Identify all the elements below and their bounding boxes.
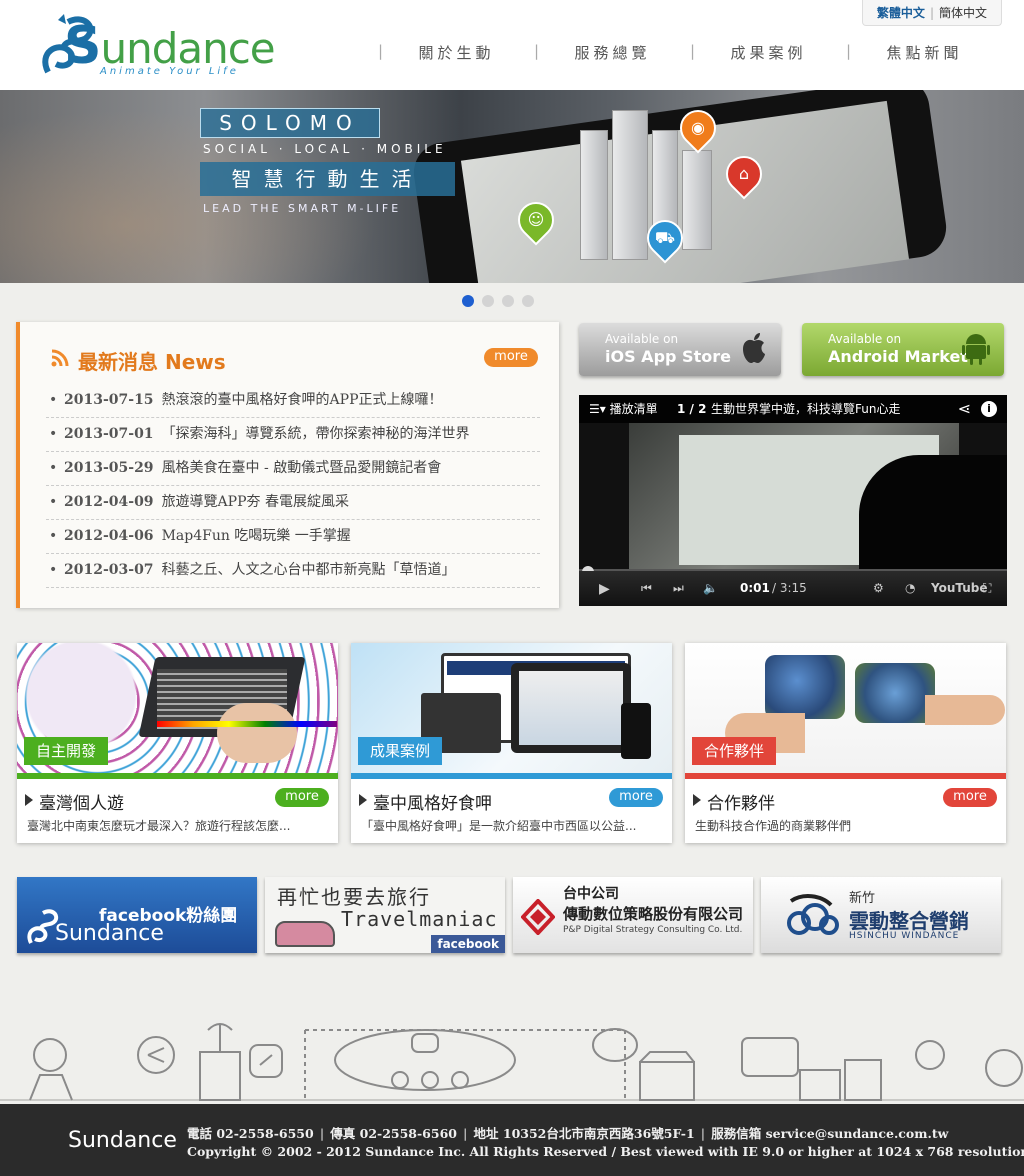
pp-digital-logo-icon — [521, 899, 555, 935]
logo-tagline: Animate Your Life — [100, 66, 239, 77]
banner-lead: LEAD THE SMART M-LIFE — [203, 202, 402, 215]
banner-subtitle: SOCIAL · LOCAL · MOBILE — [203, 142, 447, 156]
settings-gear-icon[interactable]: ⚙ — [873, 581, 884, 595]
card-results[interactable]: 成果案例 臺中風格好食呷 more 「臺中風格好食呷」是一款介紹臺中市西區以公益… — [351, 643, 672, 843]
slider-dot-4[interactable] — [522, 295, 534, 307]
footer-copyright: Copyright © 2002 - 2012 Sundance Inc. Al… — [187, 1144, 1024, 1159]
card-self-developed[interactable]: 自主開發 臺灣個人遊 more 臺灣北中南東怎麼玩才最深入？旅遊行程該怎麼... — [17, 643, 338, 843]
android-market-button[interactable]: Available on Android Market — [802, 323, 1004, 376]
video-title[interactable]: 生動世界掌中遊，科技導覽Fun心走 — [711, 395, 900, 423]
news-more-button[interactable]: more — [484, 348, 538, 367]
video-player[interactable]: ☰▾ 播放清單 1 / 2 生動世界掌中遊，科技導覽Fun心走 ⋖ i ▶ ⏮ … — [579, 395, 1007, 606]
previous-icon[interactable]: ⏮ — [641, 581, 652, 596]
footer-phone: 電話 02-2558-6550 — [187, 1126, 314, 1141]
slider-dots — [462, 295, 534, 307]
watch-later-icon[interactable]: ◔ — [905, 581, 915, 595]
apple-icon — [743, 333, 765, 363]
news-list: 2013-07-15熱滾滾的臺中風格好食呷的APP正式上線囉！ 2013-07-… — [46, 384, 540, 588]
footer-email[interactable]: 服務信箱 service@sundance.com.tw — [711, 1126, 948, 1141]
pp-digital-banner[interactable]: 台中公司 傳動數位策略股份有限公司 P&P Digital Strategy C… — [513, 877, 753, 953]
nav-about[interactable]: 關於生動 — [379, 42, 534, 63]
news-heading: 最新消息 News — [78, 350, 226, 374]
cloud-dragon-logo-icon — [787, 894, 839, 935]
slider-dot-3[interactable] — [502, 295, 514, 307]
car-illustration — [275, 921, 335, 947]
facebook-badge: facebook — [431, 935, 505, 953]
youtube-logo[interactable]: YouTube — [931, 581, 988, 595]
news-item[interactable]: 2012-04-09旅遊導覽APP夯 春電展綻風采 — [46, 486, 540, 520]
news-item[interactable]: 2013-05-29風格美食在臺中 - 啟動儀式暨品愛開鏡記者會 — [46, 452, 540, 486]
banner-title: SOLOMO — [200, 108, 380, 138]
footer-fax: 傳真 02-2558-6560 — [330, 1126, 457, 1141]
video-time-total: / 3:15 — [772, 581, 807, 595]
android-icon — [962, 334, 990, 365]
play-icon[interactable]: ▶ — [599, 581, 610, 597]
card-partners[interactable]: 合作夥伴 合作夥伴 more 生動科技合作過的商業夥伴們 — [685, 643, 1006, 843]
language-switcher: 繁體中文 | 簡体中文 — [861, 0, 1002, 26]
nav-news[interactable]: 焦點新聞 — [847, 42, 1002, 63]
news-panel: 最新消息 News more 2013-07-15熱滾滾的臺中風格好食呷的APP… — [16, 322, 559, 608]
video-controls: ▶ ⏮ ⏭ 🔈 0:01 / 3:15 ⚙ ◔ YouTube ⛶ — [579, 571, 1007, 606]
footer-contact: 電話 02-2558-6550 | 傳真 02-2558-6560 | 地址 10352… — [187, 1126, 949, 1141]
slider-dot-1[interactable] — [462, 295, 474, 307]
lang-traditional[interactable]: 繁體中文 — [877, 6, 925, 20]
card-more-button[interactable]: more — [609, 788, 663, 807]
site-footer: Sundance 電話 02-2558-6550 | 傳真 02-2558-6560… — [0, 1104, 1024, 1176]
hsinchu-windance-banner[interactable]: 新竹 雲動整合營銷 HSINCHU WINDANCE — [761, 877, 1001, 953]
travelmaniac-banner[interactable]: 再忙也要去旅行 Travelmaniac facebook — [265, 877, 505, 953]
ios-app-store-button[interactable]: Available on iOS App Store — [579, 323, 781, 376]
nav-cases[interactable]: 成果案例 — [691, 42, 846, 63]
video-time-current: 0:01 — [740, 581, 770, 595]
lang-simplified[interactable]: 簡体中文 — [939, 6, 987, 20]
news-item[interactable]: 2012-03-07科藝之丘、人文之心台中都市新亮點「草悟道」 — [46, 554, 540, 588]
dragon-logo-icon — [27, 909, 59, 944]
next-icon[interactable]: ⏭ — [673, 581, 684, 596]
playlist-button[interactable]: ☰▾ 播放清單 — [589, 395, 658, 423]
card-title[interactable]: 臺灣個人遊 — [25, 789, 124, 814]
facebook-fanpage-banner[interactable]: facebook粉絲團 Sundance — [17, 877, 257, 953]
main-nav: | 關於生動 | 服務總覽 | 成果案例 | 焦點新聞 — [378, 42, 1002, 63]
card-description: 生動科技合作過的商業夥伴們 — [695, 819, 852, 833]
card-description: 臺灣北中南東怎麼玩才最深入？旅遊行程該怎麼... — [27, 819, 291, 833]
card-more-button[interactable]: more — [943, 788, 997, 807]
nav-services[interactable]: 服務總覽 — [535, 42, 690, 63]
card-tag: 合作夥伴 — [692, 737, 777, 765]
card-description: 「臺中風格好食呷」是一款介紹臺中市西區以公益... — [361, 819, 637, 833]
decorative-city-illustration — [0, 1023, 1024, 1101]
card-title[interactable]: 合作夥伴 — [693, 789, 775, 814]
fullscreen-icon[interactable]: ⛶ — [983, 581, 991, 596]
card-more-button[interactable]: more — [275, 788, 329, 807]
card-tag: 成果案例 — [358, 737, 443, 765]
card-title[interactable]: 臺中風格好食呷 — [359, 789, 492, 814]
hero-banner[interactable]: ◉ ⌂ ☺ ⛟ SOLOMO SOCIAL · LOCAL · MOBILE 智… — [0, 90, 1024, 283]
footer-logo[interactable]: Sundance — [68, 1128, 177, 1153]
info-icon[interactable]: i — [981, 401, 997, 417]
footer-address: 地址 10352台北市南京西路36號5F-1 — [473, 1126, 695, 1141]
share-icon[interactable]: ⋖ — [958, 395, 971, 423]
video-top-bar: ☰▾ 播放清單 1 / 2 生動世界掌中遊，科技導覽Fun心走 ⋖ i — [579, 395, 1007, 423]
card-tag: 自主開發 — [24, 737, 109, 765]
playlist-count: 1 / 2 — [677, 402, 707, 416]
banner-chinese-title: 智慧行動生活 — [200, 162, 455, 196]
slider-dot-2[interactable] — [482, 295, 494, 307]
news-item[interactable]: 2012-04-06Map4Fun 吃喝玩樂 一手掌握 — [46, 520, 540, 554]
news-item[interactable]: 2013-07-15熱滾滾的臺中風格好食呷的APP正式上線囉！ — [46, 384, 540, 418]
volume-icon[interactable]: 🔈 — [703, 581, 718, 595]
site-header: Sundance Animate Your Life 繁體中文 | 簡体中文 | 關… — [0, 0, 1024, 90]
site-logo[interactable]: Sundance Animate Your Life — [38, 12, 283, 80]
news-item[interactable]: 2013-07-01「探索海科」導覽系統，帶你探索神秘的海洋世界 — [46, 418, 540, 452]
